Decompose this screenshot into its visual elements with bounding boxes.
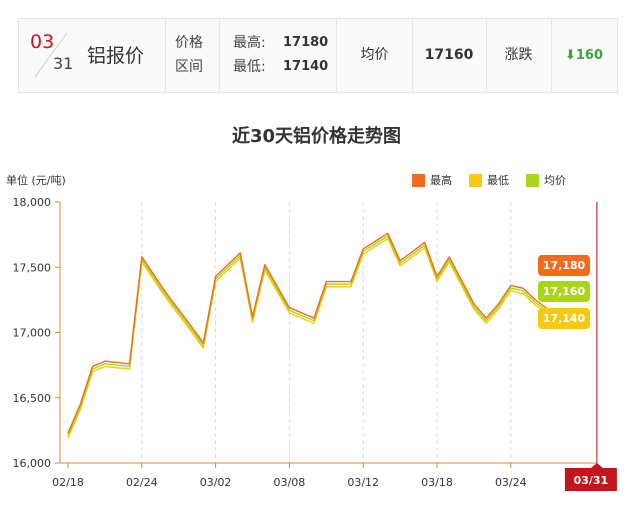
date-marker-label: 03/31 bbox=[574, 474, 609, 487]
y-tick-label: 16,500 bbox=[13, 392, 52, 405]
x-tick-label: 03/12 bbox=[347, 476, 379, 489]
tooltip-high: 17,180 bbox=[538, 255, 590, 276]
y-tick-label: 16,000 bbox=[13, 457, 52, 470]
x-tick-label: 02/18 bbox=[52, 476, 84, 489]
tooltip-low: 17,140 bbox=[538, 308, 590, 329]
series-line-avg bbox=[67, 235, 549, 436]
series-line-high bbox=[67, 232, 549, 434]
x-tick-label: 03/08 bbox=[274, 476, 306, 489]
x-tick-label: 03/24 bbox=[495, 476, 527, 489]
x-tick-label: 03/02 bbox=[200, 476, 232, 489]
x-tick-label: 02/24 bbox=[126, 476, 158, 489]
y-tick-label: 17,500 bbox=[13, 261, 52, 274]
x-tick-label: 03/18 bbox=[421, 476, 453, 489]
y-tick-label: 17,000 bbox=[13, 327, 52, 340]
tooltip-avg: 17,160 bbox=[538, 281, 590, 302]
y-tick-label: 18,000 bbox=[13, 196, 52, 209]
price-line-chart: 16,000 16,500 17,000 17,500 18,000 02/18 02/24… bbox=[13, 196, 617, 491]
